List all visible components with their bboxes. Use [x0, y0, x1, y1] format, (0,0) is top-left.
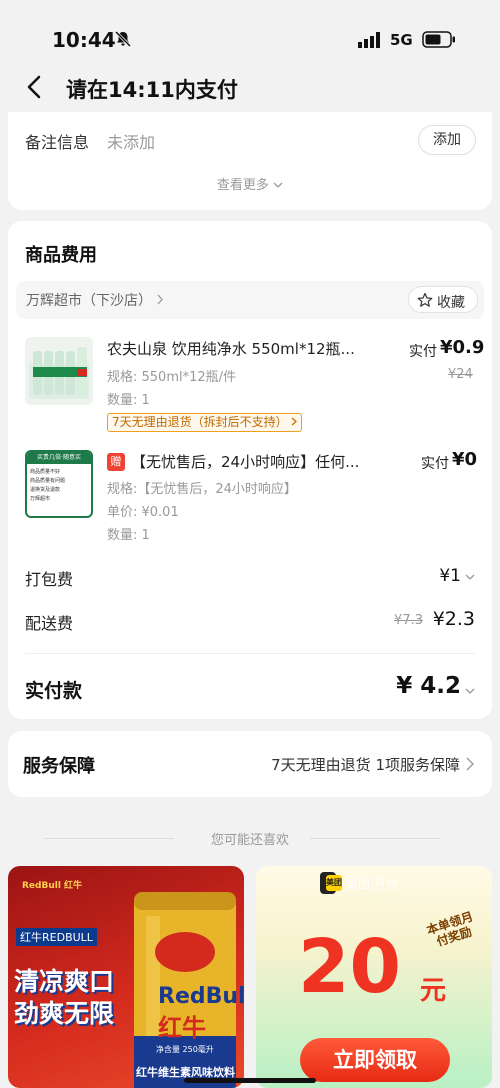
- view-more-label: 查看更多: [216, 178, 269, 193]
- chevron-right-icon: [157, 294, 164, 305]
- goods-section-title: 商品费用: [25, 245, 97, 266]
- water-bottles-image: [29, 347, 89, 399]
- back-arrow-icon[interactable]: [24, 74, 46, 100]
- goods-card: 商品费用 万辉超市（下沙店） 收藏 农夫山泉 饮用纯净水 550ml*12瓶..…: [8, 221, 492, 719]
- product-spec: 规格:【无忧售后，24小时响应】: [107, 482, 297, 497]
- product-quantity: 数量: 1: [107, 528, 150, 543]
- chevron-right-icon: [292, 417, 298, 426]
- reward-sticker: 本单领月付奖励: [424, 909, 475, 949]
- service-card[interactable]: 服务保障 7天无理由退货 1项服务保障: [8, 731, 492, 797]
- store-row[interactable]: 万辉超市（下沙店） 收藏: [16, 281, 484, 319]
- mute-bell-icon: [114, 30, 132, 48]
- product-spec: 规格: 550ml*12瓶/件: [107, 370, 237, 385]
- redbull-brand: RedBull 红牛: [22, 881, 83, 891]
- packing-fee-row[interactable]: 打包费 ¥1: [25, 566, 475, 590]
- meituan-logo: 美团: [326, 875, 342, 891]
- price-label: 实付: [421, 456, 449, 472]
- chevron-down-icon[interactable]: [465, 686, 475, 696]
- star-outline-icon: [417, 292, 433, 307]
- redbull-ad-banner[interactable]: RedBull 红牛 红牛REDBULL 清凉爽口 劲爽无限 RedBull 红…: [8, 866, 244, 1088]
- product-quantity: 数量: 1: [107, 393, 150, 408]
- product-thumbnail-service[interactable]: 买贵几倍·随意买 商品质量不好 商品质量有问题 退换货及退款 万辉超市: [25, 450, 93, 518]
- can-brand: RedBull: [158, 984, 244, 1009]
- reward-unit: 元: [420, 976, 447, 1006]
- product-price: ¥0: [452, 449, 478, 470]
- divider-right: [310, 838, 440, 839]
- redbull-tagline: 红牛REDBULL: [16, 928, 97, 946]
- can-chinese-name: 红牛: [158, 1014, 206, 1042]
- remark-value: 未添加: [107, 133, 156, 152]
- product-price: ¥0.9: [440, 337, 485, 358]
- signal-icon: [358, 32, 380, 48]
- total-label: 实付款: [25, 680, 83, 702]
- battery-icon: [422, 31, 455, 48]
- delivery-fee-label: 配送费: [25, 614, 74, 633]
- product-name[interactable]: 【无忧售后，24小时响应】任何...: [131, 451, 396, 472]
- collect-label: 收藏: [437, 295, 465, 311]
- gift-badge: 赠: [107, 453, 125, 471]
- divider: [25, 653, 475, 654]
- remark-label: 备注信息: [25, 133, 90, 152]
- product-original-price: ¥24: [448, 367, 473, 382]
- chevron-down-icon: [465, 574, 475, 580]
- packing-fee-label: 打包费: [25, 570, 74, 589]
- meituan-pay-badge: 美团 美团·月付: [320, 872, 398, 894]
- delivery-fee-original: ¥7.3: [394, 613, 423, 628]
- meituan-badge-text: 美团·月付: [346, 877, 398, 891]
- network-type: 5G: [390, 31, 413, 49]
- reward-amount: 20: [298, 924, 401, 1010]
- view-more-link[interactable]: 查看更多: [8, 174, 492, 193]
- redbull-slogan-2: 劲爽无限: [14, 999, 115, 1028]
- service-label: 服务保障: [23, 756, 95, 777]
- remark-card: 备注信息 未添加 添加 查看更多: [8, 112, 492, 210]
- add-remark-button[interactable]: 添加: [418, 125, 476, 155]
- delivery-fee-row[interactable]: 配送费 ¥7.3 ¥2.3: [25, 608, 475, 634]
- status-time: 10:44: [52, 28, 116, 52]
- redbull-slogan-1: 清凉爽口: [14, 967, 115, 996]
- product-unit-price: 单价: ¥0.01: [107, 505, 179, 520]
- return-policy-tag[interactable]: 7天无理由退货（拆封后不支持）: [107, 413, 303, 432]
- nav-bar: 请在14:11内支付: [0, 66, 500, 112]
- meituan-pay-banner[interactable]: 美团 美团·月付 本单领月付奖励 20 元 立即领取: [256, 866, 492, 1088]
- can-volume: 净含量 250毫升: [156, 1045, 214, 1054]
- page-title: 请在14:11内支付: [66, 78, 238, 102]
- service-value: 7天无理由退货 1项服务保障: [271, 756, 460, 774]
- total-value: ¥ 4.2: [396, 673, 461, 699]
- thumb-title: 买贵几倍·随意买: [27, 452, 91, 464]
- packing-fee-value: ¥1: [439, 566, 461, 586]
- claim-now-button[interactable]: 立即领取: [300, 1038, 450, 1082]
- product-thumbnail-water[interactable]: [25, 337, 93, 405]
- product-name[interactable]: 农夫山泉 饮用纯净水 550ml*12瓶...: [107, 338, 395, 359]
- chevron-right-icon: [466, 757, 474, 771]
- status-bar: 10:44 5G: [0, 0, 500, 72]
- collect-button[interactable]: 收藏: [408, 286, 478, 313]
- price-label: 实付: [409, 344, 437, 360]
- chevron-down-icon: [273, 182, 283, 188]
- delivery-fee-value: ¥2.3: [432, 608, 475, 630]
- thumb-lines: 商品质量不好 商品质量有问题 退换货及退款 万辉超市: [30, 469, 66, 502]
- home-indicator[interactable]: [184, 1078, 316, 1083]
- store-name: 万辉超市（下沙店）: [26, 290, 164, 310]
